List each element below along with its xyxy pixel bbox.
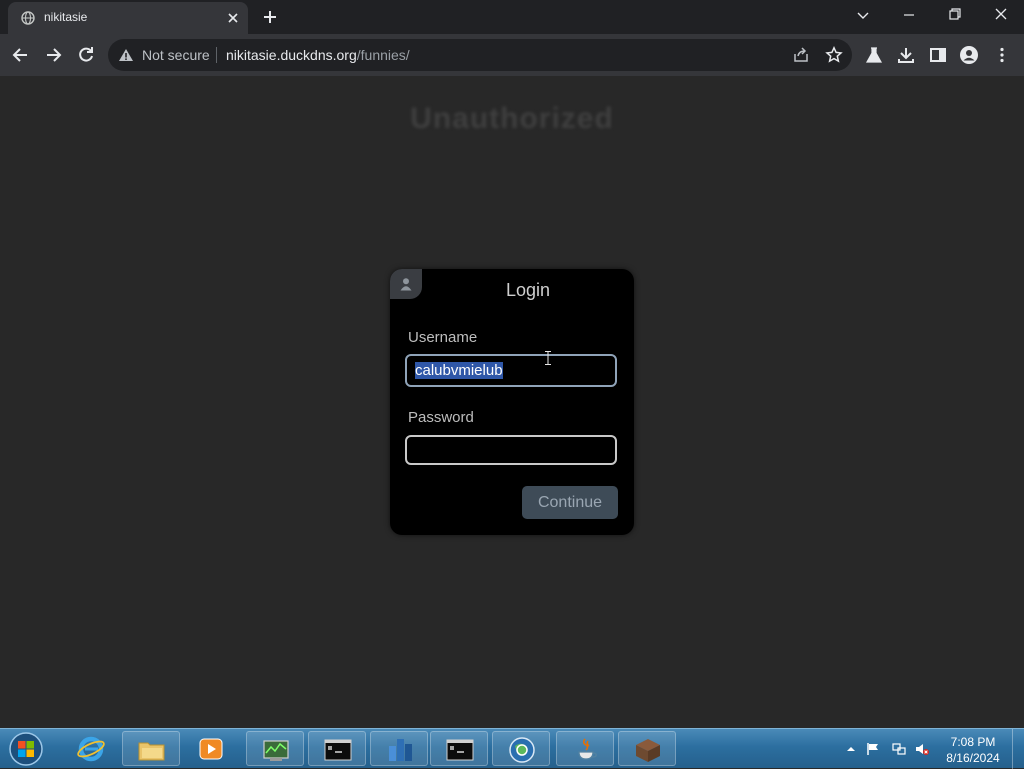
minecraft-taskbar-button[interactable] — [618, 731, 676, 766]
internet-explorer-icon — [77, 736, 105, 762]
close-window-icon[interactable] — [978, 0, 1024, 34]
unauthorized-heading: Unauthorized — [410, 102, 614, 135]
start-orb-icon[interactable] — [6, 731, 46, 767]
url-host: nikitasie.duckdns.org — [226, 47, 357, 63]
show-desktop-button[interactable] — [1012, 729, 1024, 769]
text-cursor-icon — [545, 351, 551, 365]
clock-date: 8/16/2024 — [946, 751, 1000, 765]
login-title: Login — [505, 280, 551, 300]
share-icon[interactable] — [792, 46, 810, 64]
terminal-icon — [324, 739, 352, 761]
username-label: Username — [408, 329, 478, 346]
side-panel-icon[interactable] — [928, 45, 948, 65]
back-arrow-icon[interactable] — [11, 45, 31, 65]
java-icon — [578, 738, 597, 760]
globe-icon — [21, 11, 35, 25]
download-icon[interactable] — [896, 45, 916, 65]
command-prompt-taskbar-button[interactable] — [308, 731, 366, 766]
security-status[interactable]: Not secure — [142, 47, 210, 63]
globe-app-icon — [509, 737, 535, 763]
password-input[interactable] — [405, 435, 617, 465]
internet-explorer-taskbar-button[interactable] — [62, 731, 120, 766]
restore-icon[interactable] — [932, 0, 978, 34]
tab-search-icon[interactable] — [840, 0, 886, 34]
folder-icon — [138, 742, 165, 761]
terminal-icon — [446, 739, 474, 761]
menu-kebab-icon[interactable] — [992, 45, 1012, 65]
media-player-icon — [199, 738, 223, 760]
task-manager-icon — [263, 740, 289, 761]
labs-flask-icon[interactable] — [864, 45, 884, 65]
continue-button[interactable]: Continue — [522, 486, 618, 519]
address-bar[interactable]: Not secure nikitasie.duckdns.org/funnies… — [108, 39, 852, 71]
system-clock[interactable]: 7:08 PM 8/16/2024 — [936, 734, 1010, 766]
url-path: /funnies/ — [356, 47, 410, 63]
clock-time: 7:08 PM — [950, 735, 996, 749]
reload-icon[interactable] — [76, 45, 96, 65]
login-dialog: Login Username calubvmielub Password Con… — [390, 269, 634, 535]
browser-toolbar: Not secure nikitasie.duckdns.org/funnies… — [0, 34, 1024, 76]
command-prompt-2-taskbar-button[interactable] — [430, 731, 488, 766]
password-label: Password — [408, 409, 474, 426]
forward-arrow-icon[interactable] — [43, 45, 63, 65]
username-input[interactable]: calubvmielub — [405, 354, 617, 387]
url-text[interactable]: nikitasie.duckdns.org/funnies/ — [226, 47, 410, 63]
tab-strip: nikitasie — [0, 0, 1024, 34]
dirt-block-icon — [636, 739, 660, 762]
browser-tab[interactable]: nikitasie — [8, 2, 248, 34]
close-icon[interactable] — [224, 9, 242, 27]
media-player-taskbar-button[interactable] — [182, 731, 240, 766]
omnibox-divider — [216, 47, 217, 63]
page-content: Unauthorized Login Username calubvmielub… — [0, 76, 1024, 728]
browser-taskbar-button[interactable] — [492, 731, 550, 766]
volume-muted-icon[interactable] — [915, 742, 929, 756]
taskbar: 7:08 PM 8/16/2024 — [0, 728, 1024, 769]
task-manager-taskbar-button[interactable] — [246, 731, 304, 766]
minimize-icon[interactable] — [886, 0, 932, 34]
java-taskbar-button[interactable] — [556, 731, 614, 766]
tab-title: nikitasie — [44, 10, 88, 24]
bookmark-star-icon[interactable] — [825, 46, 843, 64]
plus-icon[interactable] — [260, 7, 280, 27]
user-icon — [400, 278, 412, 291]
file-explorer-taskbar-button[interactable] — [122, 731, 180, 766]
network-icon — [389, 739, 412, 761]
network-app-taskbar-button[interactable] — [370, 731, 428, 766]
warning-icon[interactable] — [118, 47, 134, 63]
action-center-flag-icon[interactable] — [866, 742, 880, 756]
user-badge — [390, 269, 422, 299]
profile-avatar-icon[interactable] — [959, 45, 979, 65]
network-status-icon[interactable] — [892, 742, 906, 756]
username-value: calubvmielub — [415, 362, 503, 379]
show-hidden-icons-icon[interactable] — [844, 742, 858, 756]
